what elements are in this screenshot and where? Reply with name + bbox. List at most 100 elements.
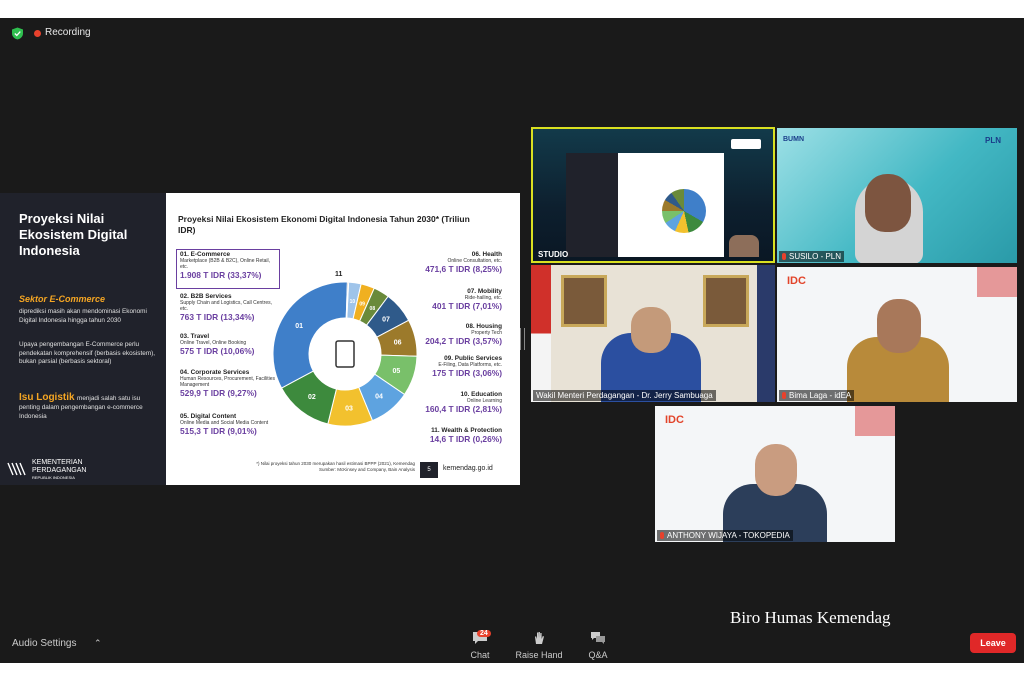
idea-name: Bima Laga - idEA: [789, 391, 852, 400]
donut-label-03: 03: [345, 405, 353, 412]
tokopedia-name: ANTHONY WIJAYA - TOKOPEDIA: [667, 531, 790, 540]
muted-mic-icon: [782, 253, 786, 260]
idea-decor: [977, 267, 1017, 297]
tokopedia-face: [755, 444, 797, 496]
chevron-up-icon[interactable]: ⌃: [94, 638, 102, 649]
donut-label-06: 06: [394, 339, 402, 346]
flag-right: [757, 265, 775, 402]
leave-button[interactable]: Leave: [970, 633, 1016, 653]
recording-label[interactable]: Recording: [45, 27, 91, 38]
slide-p3-heading: Isu Logistik: [19, 392, 75, 403]
video-tile-studio[interactable]: STUDIO: [531, 127, 775, 263]
pln-name-tag: SUSILO - PLN: [779, 251, 845, 262]
muted-mic-icon: [782, 392, 786, 399]
video-tile-tokopedia[interactable]: IDC ANTHONY WIJAYA - TOKOPEDIA: [655, 406, 895, 542]
sector-04-value: 529,9 T IDR (9,27%): [180, 388, 257, 398]
sector-06-name: 06. Health: [471, 251, 502, 258]
sector-02-value: 763 T IDR (13,34%): [180, 312, 255, 322]
sector-02: 02. B2B Services Supply Chain and Logist…: [180, 293, 280, 322]
sector-02-desc: Supply Chain and Logistics, Call Centres…: [180, 300, 272, 312]
studio-person: [729, 235, 759, 257]
pln-name: SUSILO - PLN: [789, 252, 842, 261]
portrait-left: [561, 275, 607, 327]
sector-05: 05. Digital Content Online Media and Soc…: [180, 413, 280, 436]
studio-name-tag: STUDIO: [538, 250, 569, 259]
flag-left: [531, 265, 551, 402]
zoom-window: Recording Proyeksi Nilai Ekosistem Digit…: [0, 18, 1024, 663]
idc-logo-2: IDC: [665, 414, 684, 426]
video-tile-minister[interactable]: Wakil Menteri Perdagangan - Dr. Jerry Sa…: [531, 265, 775, 402]
split-handle[interactable]: [520, 328, 525, 350]
slide-footnote: *) Nilai proyeksi tahun 2030 merupakan h…: [256, 461, 415, 472]
video-tile-pln[interactable]: BUMN PLN SUSILO - PLN: [777, 128, 1017, 263]
qa-icon: [591, 632, 605, 644]
sector-04: 04. Corporate Services Human Resources, …: [180, 369, 280, 398]
qa-button[interactable]: Q&A: [584, 631, 612, 660]
donut-chart: 10 09 08 07 06 05 04 03 02 01: [272, 281, 418, 427]
video-tile-idea[interactable]: IDC Bima Laga - idEA: [777, 267, 1017, 402]
slide-left-panel: Proyeksi Nilai Ekosistem Digital Indones…: [0, 193, 166, 485]
idc-logo: IDC: [787, 275, 806, 287]
sector-01: 01. E-Commerce Marketplace (B2B & B2C), …: [180, 251, 278, 280]
sector-01-desc: Marketplace (B2B & B2C), Online Retail, …: [180, 258, 271, 270]
slide-p2-text: Upaya pengembangan E-Commerce perlu pend…: [19, 341, 156, 365]
pln-person-face: [865, 174, 911, 232]
slide-left-title: Proyeksi Nilai Ekosistem Digital Indones…: [19, 211, 128, 258]
sector-06-value: 471,6 T IDR (8,25%): [425, 264, 502, 274]
recording-dot-icon: [34, 30, 41, 37]
shared-screen-slide: Proyeksi Nilai Ekosistem Digital Indones…: [0, 193, 520, 485]
studio-slide-thumbnail: [566, 153, 724, 257]
slide-p1-heading: Sektor E-Commerce: [19, 294, 106, 304]
bumn-logo: BUMN: [783, 136, 804, 143]
donut-label-05: 05: [392, 368, 400, 375]
watermark: Biro Humas Kemendag: [730, 608, 891, 627]
shield-icon[interactable]: [11, 27, 24, 40]
idea-face: [877, 299, 921, 353]
sector-03-value: 575 T IDR (10,06%): [180, 346, 255, 356]
donut-label-04: 04: [375, 393, 383, 400]
sector-06: 06. Health Online Consultation, etc. 471…: [402, 251, 502, 274]
sector-01-value: 1.908 T IDR (33,37%): [180, 270, 262, 280]
ministry-sub: REPUBLIK INDONESIA: [32, 475, 75, 480]
qa-label: Q&A: [588, 650, 608, 660]
donut-label-11: 11: [335, 271, 343, 278]
studio-logo: [731, 139, 761, 149]
slide-url: kemendag.go.id: [443, 465, 493, 472]
hand-icon: [535, 632, 544, 644]
kemendag-logo-icon: [7, 462, 26, 476]
chat-badge: 24: [477, 630, 491, 637]
slide-p1-text: diprediksi masih akan mendominasi Ekonom…: [19, 308, 147, 324]
sector-02-name: 02. B2B Services: [180, 293, 232, 300]
sector-05-name: 05. Digital Content: [180, 413, 237, 420]
raise-hand-button[interactable]: Raise Hand: [514, 631, 564, 660]
top-bar: Recording: [0, 18, 1024, 48]
donut-label-07: 07: [382, 316, 390, 323]
idea-name-tag: Bima Laga - idEA: [779, 390, 855, 401]
donut-label-01: 01: [295, 323, 303, 330]
ministry-name: KEMENTERIAN PERDAGANGAN: [32, 459, 87, 474]
donut-label-09: 09: [359, 301, 365, 307]
audio-settings-button[interactable]: Audio Settings: [12, 638, 77, 649]
sector-11: 11. Wealth & Protection 14,6 T IDR (0,26…: [402, 427, 502, 444]
chart-title: Proyeksi Nilai Ekosistem Ekonomi Digital…: [178, 214, 470, 235]
muted-mic-icon: [660, 532, 664, 539]
donut-label-10: 10: [350, 299, 356, 305]
donut-center: [310, 319, 380, 389]
tokopedia-decor: [855, 406, 895, 436]
sector-05-value: 515,3 T IDR (9,01%): [180, 426, 257, 436]
raise-hand-label: Raise Hand: [515, 650, 563, 660]
tokopedia-name-tag: ANTHONY WIJAYA - TOKOPEDIA: [657, 530, 793, 541]
minister-face: [631, 307, 671, 353]
chat-label: Chat: [470, 650, 490, 660]
sector-01-name: 01. E-Commerce: [180, 251, 231, 258]
meeting-controls-bar: Audio Settings ⌃ 24 Chat Raise Hand Q&A …: [0, 623, 1024, 663]
slide-page-number: 5: [420, 462, 438, 478]
minister-name-tag: Wakil Menteri Perdagangan - Dr. Jerry Sa…: [533, 390, 716, 401]
sector-04-name: 04. Corporate Services: [180, 369, 250, 376]
sector-03-name: 03. Travel: [180, 333, 210, 340]
sector-03: 03. Travel Online Travel, Online Booking…: [180, 333, 280, 356]
sector-04-desc: Human Resources, Procurement, Facilities…: [180, 376, 276, 388]
chat-button[interactable]: 24 Chat: [467, 630, 493, 660]
donut-label-08: 08: [370, 306, 376, 312]
pln-logo: PLN: [985, 136, 1001, 145]
